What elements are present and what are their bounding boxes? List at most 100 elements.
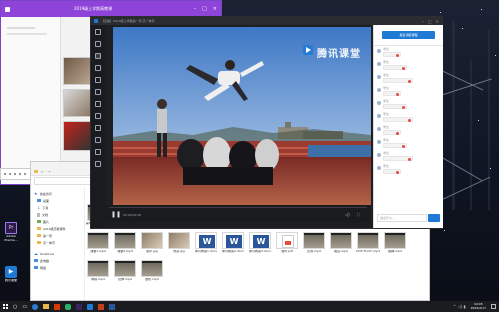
fullscreen-icon[interactable]: ⛶ <box>357 212 360 217</box>
file-item[interactable]: 拉伸.mp4 <box>114 260 136 286</box>
toolbar-dot <box>9 173 11 175</box>
toolbar-icon[interactable] <box>95 125 101 131</box>
taskbar-app-wechat[interactable] <box>65 303 72 310</box>
avatar <box>377 101 381 105</box>
taskbar-app-premiere[interactable] <box>76 303 83 310</box>
taskbar-app-word[interactable] <box>109 303 116 310</box>
cloud-icon: ☁ <box>34 251 38 256</box>
desktop-icon-premiere[interactable]: Pr Adobe Premie... <box>2 222 20 244</box>
forward-icon[interactable]: → <box>47 169 50 174</box>
file-item[interactable]: 跑步.jpg <box>141 232 163 258</box>
search-icon[interactable]: ○ <box>13 304 17 310</box>
file-name: 课堂1.mp4 <box>90 250 106 253</box>
maximize-icon[interactable]: □ <box>202 6 207 12</box>
clock[interactable]: 19:05 2020/2/17 <box>471 302 486 310</box>
taskbar-app-tencent[interactable] <box>87 303 94 310</box>
file-item[interactable]: 体操.mp4 <box>87 260 109 286</box>
back-icon[interactable]: ← <box>41 169 44 174</box>
file-item[interactable]: W 体育教案1.docx <box>195 232 217 258</box>
windows-start-icon[interactable] <box>3 304 8 309</box>
file-item[interactable]: 课堂1.mp4 <box>87 232 109 258</box>
toolbar-icon[interactable] <box>95 149 101 155</box>
file-item[interactable]: 课堂2.mp4 <box>114 232 136 258</box>
file-item[interactable]: 放松.mp4 <box>141 260 163 286</box>
pane-line <box>7 27 35 29</box>
thumbnail-1[interactable] <box>63 57 91 85</box>
taskbar-app-ppt[interactable] <box>98 303 105 310</box>
send-button[interactable] <box>428 214 440 222</box>
flower-icon <box>383 52 401 57</box>
toolbar-icon[interactable] <box>95 53 101 59</box>
maximize-icon[interactable]: □ <box>428 19 432 24</box>
video-thumbnail <box>141 260 163 277</box>
computer-icon <box>34 259 38 262</box>
toolbar-icon[interactable] <box>95 137 101 143</box>
video-frame[interactable]: 腾讯课堂 <box>113 27 371 205</box>
file-item[interactable]: W 体育教案3.docx <box>249 232 271 258</box>
player-title: 【直播】2019级上学期第一周 高一体育 <box>101 19 155 23</box>
minimize-icon[interactable]: – <box>194 6 197 12</box>
tray-icons[interactable]: ^ ◁) ▮ <box>453 304 466 309</box>
file-item[interactable]: 跳远.mp4 <box>330 232 352 258</box>
thumbnail-3[interactable] <box>63 121 91 151</box>
toolbar-icon[interactable] <box>95 77 101 83</box>
pause-icon[interactable]: ❚❚ <box>111 211 121 218</box>
file-item[interactable]: 跳绳.mp4 <box>384 232 406 258</box>
file-name: 体育教案2.docx <box>221 250 245 253</box>
taskbar-app-edge[interactable] <box>32 303 39 310</box>
taskbar-app-office[interactable] <box>54 303 61 310</box>
sidebar-item[interactable]: ↓ 下载 <box>31 204 84 211</box>
video-thumbnail <box>303 232 325 249</box>
toolbar-icon[interactable] <box>95 161 101 167</box>
volume-icon[interactable]: ◁) <box>345 212 350 217</box>
pdf-icon <box>276 232 298 249</box>
close-icon[interactable]: × <box>436 19 439 24</box>
taskbar-app-explorer[interactable] <box>43 304 50 309</box>
toolbar-icon[interactable] <box>95 41 101 47</box>
sidebar-item[interactable]: ★ 快速访问 <box>31 190 84 197</box>
toolbar-icon[interactable] <box>95 65 101 71</box>
toolbar-icon[interactable] <box>95 29 101 35</box>
enroll-button[interactable]: 报名领取课程 <box>382 31 435 39</box>
flower-icon <box>383 65 407 70</box>
avatar <box>377 114 381 118</box>
player-controls: ❚❚ 00:00/02:00 ◁) ⛶ <box>105 205 371 223</box>
sidebar-item[interactable]: 第一周 <box>31 232 84 239</box>
sidebar-item[interactable]: 此电脑 <box>31 257 84 264</box>
sidebar-item[interactable]: 图片 <box>31 218 84 225</box>
task-view-icon[interactable]: ▭ <box>22 304 27 310</box>
flower-icon <box>383 169 401 174</box>
progress-track[interactable] <box>109 207 367 208</box>
sidebar-item[interactable]: 文档 <box>31 211 84 218</box>
explorer-sidebar: ★ 快速访问 桌面 ↓ 下载 文档 图片 2019级高教课件 第一周 高一体育 ☁ O… <box>31 188 85 300</box>
chat-bubble: 学生 <box>383 113 413 122</box>
file-item[interactable]: W 体育教案2.docx <box>222 232 244 258</box>
chat-bubble: 学生 <box>383 100 407 109</box>
chat-message: 学生 <box>377 48 440 60</box>
close-icon[interactable]: × <box>213 6 217 12</box>
file-item[interactable]: DCE"Fulld".mp4 <box>356 232 380 258</box>
chat-sender: 学生 <box>383 164 390 168</box>
avatar <box>377 62 381 66</box>
toolbar-icon[interactable] <box>95 89 101 95</box>
chat-input[interactable]: 说点什么... <box>377 214 427 222</box>
file-name: 体育教案3.docx <box>248 250 272 253</box>
sidebar-item[interactable]: 桌面 <box>31 197 84 204</box>
taskbar: ○ ▭ ^ ◁) ▮ 19:05 2020/2/17 <box>0 301 499 312</box>
thumbnail-2[interactable] <box>63 89 91 117</box>
sidebar-item[interactable]: 2019级高教课件 <box>31 225 84 232</box>
chat-sender: 学生 <box>383 125 390 129</box>
desktop-icon-tencent[interactable]: ▶ 腾讯课堂 <box>2 266 20 288</box>
sidebar-item[interactable]: 高一体育 <box>31 239 84 246</box>
chat-list: 学生 学生 学生 学生 学生 学生 学生 学生 学生 学生 <box>374 46 443 177</box>
toolbar-icon[interactable] <box>95 113 101 119</box>
chat-bubble: 学生 <box>383 165 401 174</box>
toolbar-icon[interactable] <box>95 101 101 107</box>
notification-icon[interactable] <box>491 304 496 309</box>
file-item[interactable]: 比赛.mp4 <box>303 232 325 258</box>
sidebar-item[interactable]: 网络 <box>31 264 84 271</box>
sidebar-item[interactable]: ☁ OneDrive <box>31 250 84 257</box>
file-item[interactable]: 热身.jpg <box>168 232 190 258</box>
minimize-icon[interactable]: – <box>422 19 424 24</box>
file-item[interactable]: 课件.pdf <box>276 232 298 258</box>
